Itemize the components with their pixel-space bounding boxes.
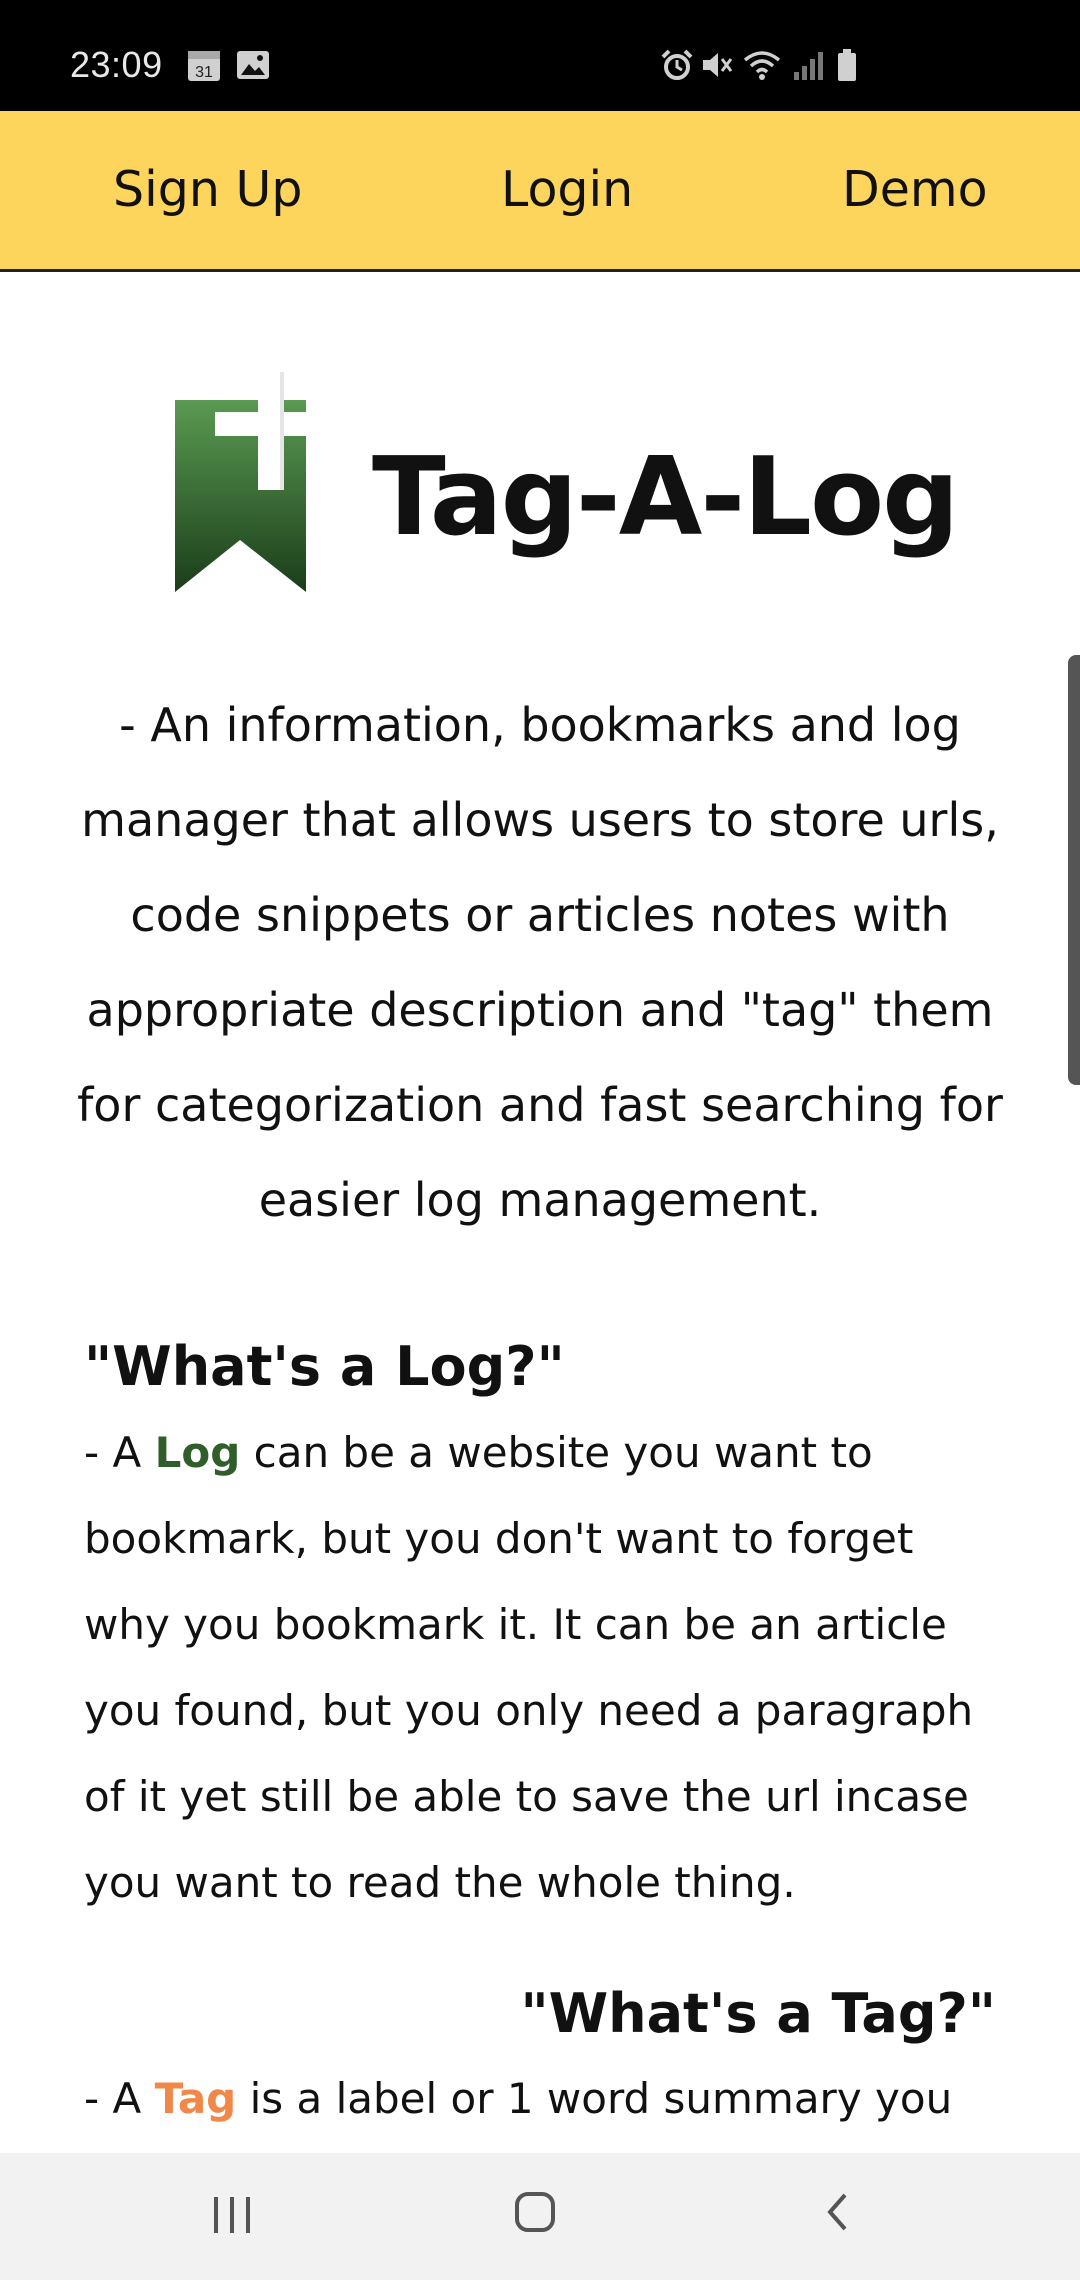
signal-icon [792,48,826,86]
demo-link[interactable]: Demo [842,161,988,218]
status-bar: 23:09 31 [0,0,1080,111]
app-description: - An information, bookmarks and log mana… [77,698,1003,1227]
top-navbar: Sign Up Login Demo [0,111,1080,272]
logo-icon [170,372,335,598]
back-icon[interactable] [818,2181,858,2245]
mute-icon [700,48,734,86]
log-section-text: - A Log can be a website you want to boo… [84,1410,1004,1926]
log-section-title: "What's a Log?" [84,1335,565,1398]
calendar-icon: 31 [187,48,221,86]
status-time: 23:09 [70,44,163,85]
scrollbar[interactable] [1068,655,1080,1085]
log-body: can be a website you want to bookmark, b… [84,1428,974,1907]
recent-apps-icon[interactable] [210,2181,256,2245]
alarm-icon [660,48,694,86]
login-link[interactable]: Login [501,161,633,218]
system-nav-bar [0,2153,1080,2280]
tag-prefix: - A [84,2074,155,2123]
wifi-icon [742,48,782,86]
tag-section-title: "What's a Tag?" [520,1982,996,2045]
log-keyword: Log [154,1428,241,1477]
tag-keyword: Tag [154,2074,237,2123]
image-icon [236,48,270,86]
calendar-day: 31 [195,64,213,81]
app-logo-title: Tag-A-Log [372,435,959,560]
home-icon[interactable] [511,2181,561,2245]
battery-icon [836,48,858,86]
signup-link[interactable]: Sign Up [113,161,302,218]
log-prefix: - A [84,1428,155,1477]
